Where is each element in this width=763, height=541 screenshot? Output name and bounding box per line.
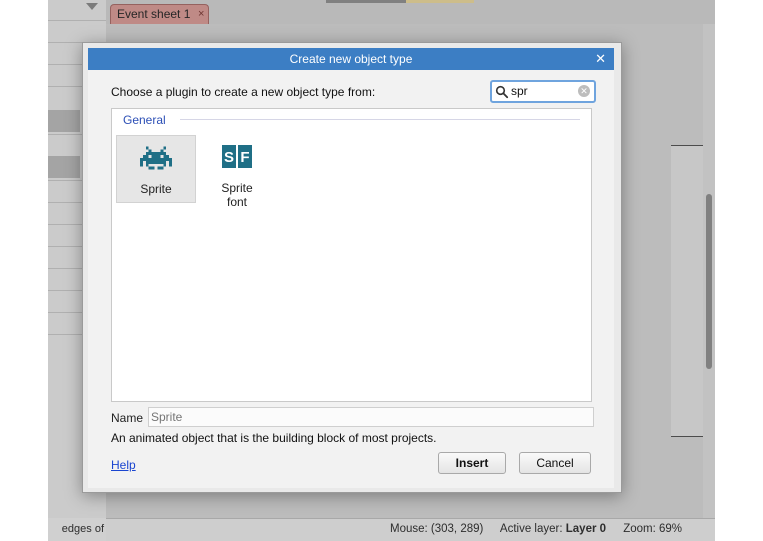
plugin-item-sprite-font[interactable]: S F Sprite font [198, 135, 276, 209]
plugin-label: Sprite [140, 182, 172, 196]
sprite-font-icon: S F [222, 145, 252, 168]
help-link[interactable]: Help [111, 458, 136, 472]
name-label: Name [111, 411, 144, 425]
name-field[interactable] [148, 407, 594, 427]
dialog-body: Choose a plugin to create a new object t… [88, 70, 614, 488]
dialog-titlebar[interactable]: Create new object type ✕ [88, 48, 614, 70]
insert-button[interactable]: Insert [438, 452, 506, 474]
group-header-general[interactable]: General [123, 113, 166, 127]
search-box[interactable]: ✕ [490, 80, 596, 103]
sprite-font-icon-letter: S [224, 149, 234, 166]
dialog-title: Create new object type [289, 52, 413, 66]
search-input[interactable] [511, 83, 573, 99]
plugin-item-sprite[interactable]: Sprite [116, 135, 196, 203]
close-icon[interactable]: ✕ [595, 48, 606, 70]
group-divider [180, 119, 580, 120]
space-invader-icon [140, 146, 172, 170]
create-object-dialog: Create new object type ✕ Choose a plugin… [82, 42, 622, 493]
clear-search-icon[interactable]: ✕ [578, 85, 590, 97]
plugin-description: An animated object that is the building … [111, 431, 437, 445]
plugin-label: Sprite font [221, 181, 253, 209]
plugin-list: General Sprite S F Sprite font [111, 108, 592, 402]
sprite-font-icon-letter: F [240, 149, 249, 166]
dialog-prompt: Choose a plugin to create a new object t… [111, 85, 376, 99]
search-icon [495, 85, 509, 99]
cancel-button[interactable]: Cancel [519, 452, 591, 474]
